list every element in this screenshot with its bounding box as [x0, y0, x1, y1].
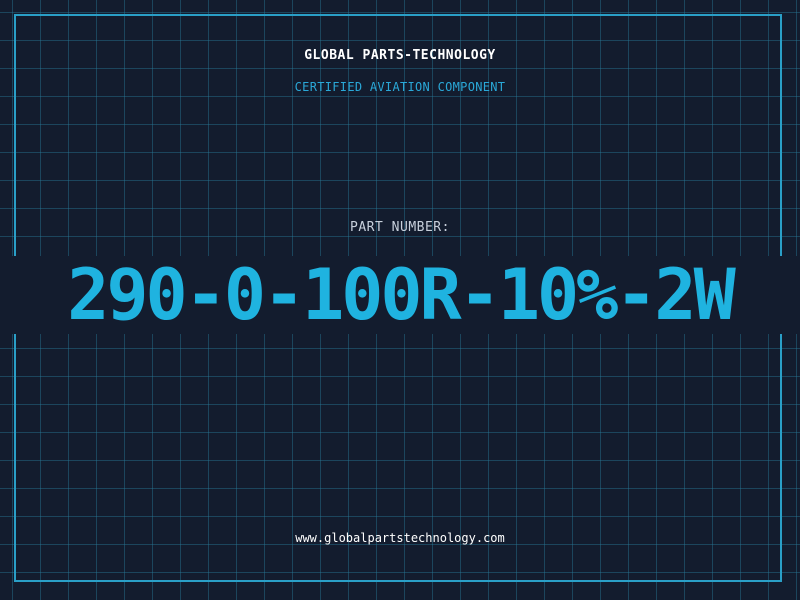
brand-title: GLOBAL PARTS-TECHNOLOGY: [304, 48, 496, 63]
part-number-value: 290-0-100R-10%-2W: [0, 256, 800, 334]
part-number-label: PART NUMBER:: [350, 220, 450, 235]
website-url: www.globalpartstechnology.com: [295, 531, 505, 545]
certification-subtitle: CERTIFIED AVIATION COMPONENT: [294, 80, 506, 94]
